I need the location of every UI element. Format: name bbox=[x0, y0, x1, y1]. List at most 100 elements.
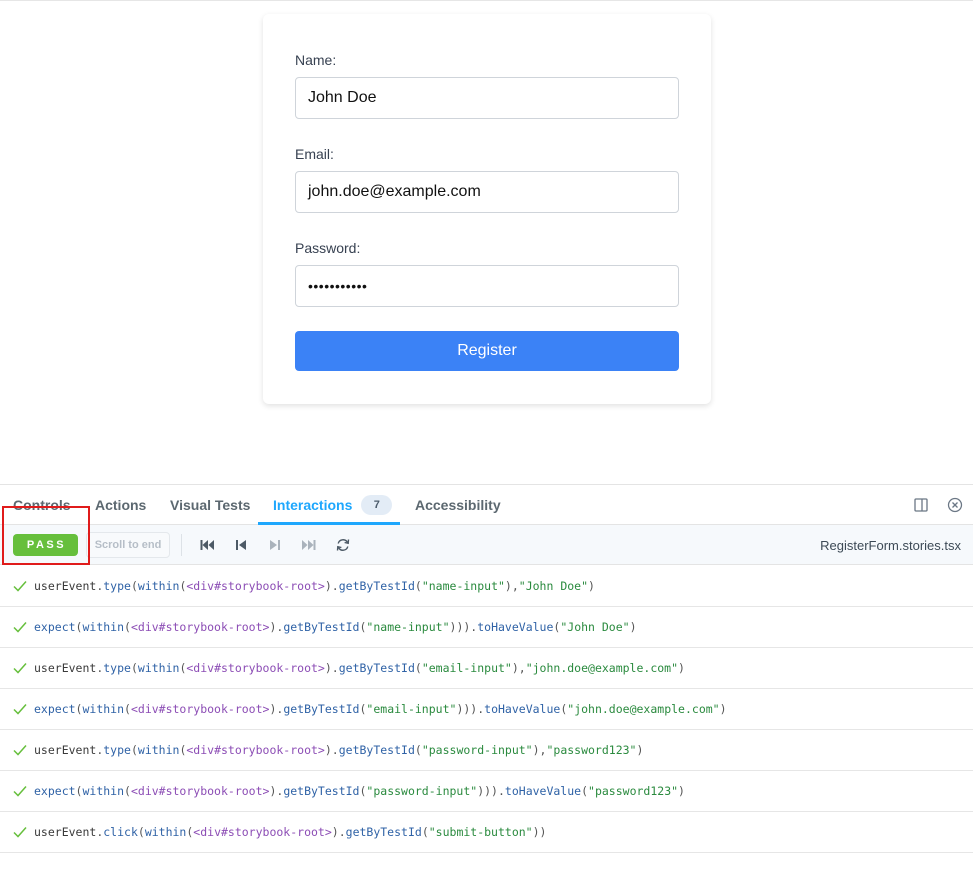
code-punctuation: ( bbox=[130, 661, 138, 675]
code-object: expect bbox=[34, 620, 76, 634]
panel-orientation-icon[interactable] bbox=[911, 495, 931, 515]
password-input[interactable]: ••••••••••• bbox=[295, 265, 679, 307]
code-punctuation: ( bbox=[124, 620, 131, 634]
top-divider bbox=[0, 0, 973, 1]
interaction-row[interactable]: expect(within(<div#storybook-root>). getB… bbox=[0, 771, 973, 812]
code-object: userEvent bbox=[34, 743, 97, 757]
go-to-end-icon[interactable] bbox=[301, 537, 317, 553]
code-punctuation: ( bbox=[137, 825, 145, 839]
code-punctuation: ) bbox=[588, 579, 595, 593]
code-getter: getByTestId bbox=[345, 825, 422, 839]
code-punctuation: ) bbox=[678, 784, 685, 798]
code-within: within bbox=[137, 661, 180, 675]
code-punctuation: ( bbox=[124, 784, 131, 798]
name-label: Name: bbox=[295, 52, 337, 68]
code-punctuation: ), bbox=[511, 661, 526, 675]
check-icon bbox=[13, 622, 27, 633]
check-icon bbox=[13, 745, 27, 756]
interaction-row[interactable]: userEvent. type(within(<div#storybook-roo… bbox=[0, 566, 973, 607]
interaction-row[interactable]: expect(within(<div#storybook-root>). getB… bbox=[0, 607, 973, 648]
code-object: userEvent bbox=[34, 661, 97, 675]
code-getter: getByTestId bbox=[338, 579, 415, 593]
code-within: within bbox=[137, 743, 180, 757]
code-punctuation: ). bbox=[269, 620, 284, 634]
code-punctuation: ( bbox=[179, 743, 187, 757]
code-getter: getByTestId bbox=[338, 661, 415, 675]
code-punctuation: ), bbox=[532, 743, 547, 757]
rerun-icon[interactable] bbox=[335, 537, 351, 553]
tab-visual-tests-label: Visual Tests bbox=[170, 497, 251, 513]
code-within: within bbox=[82, 784, 125, 798]
code-method: type bbox=[103, 743, 131, 757]
code-punctuation: ( bbox=[560, 702, 568, 716]
code-element: <div#storybook-root> bbox=[130, 702, 270, 716]
code-punctuation: ( bbox=[75, 784, 83, 798]
code-testid: "password-input" bbox=[421, 743, 533, 757]
close-panel-icon[interactable] bbox=[945, 495, 965, 515]
code-assertion: toHaveValue bbox=[504, 784, 582, 798]
code-punctuation: ( bbox=[414, 579, 422, 593]
code-punctuation: ( bbox=[124, 702, 131, 716]
code-punctuation: ( bbox=[414, 661, 422, 675]
code-punctuation: ). bbox=[324, 579, 339, 593]
tab-interactions[interactable]: Interactions 7 bbox=[273, 485, 393, 525]
code-punctuation: . bbox=[470, 620, 478, 634]
code-punctuation: ). bbox=[269, 702, 284, 716]
code-testid: "email-input" bbox=[366, 702, 457, 716]
code-value: "john.doe@example.com" bbox=[567, 702, 720, 716]
name-input[interactable]: John Doe bbox=[295, 77, 679, 119]
pass-highlight-box bbox=[2, 506, 90, 565]
code-punctuation: ). bbox=[269, 784, 284, 798]
step-back-icon[interactable] bbox=[233, 537, 249, 553]
password-label: Password: bbox=[295, 240, 361, 256]
code-punctuation: ( bbox=[359, 784, 367, 798]
code-testid: "name-input" bbox=[421, 579, 505, 593]
code-punctuation: ( bbox=[421, 825, 429, 839]
interactions-toolbar: PASS Scroll to end RegisterForm.stories.… bbox=[0, 525, 973, 565]
toolbar-separator bbox=[181, 534, 182, 556]
code-punctuation: ), bbox=[504, 579, 519, 593]
tab-actions[interactable]: Actions bbox=[95, 485, 146, 525]
code-punctuation: . bbox=[96, 661, 104, 675]
go-to-start-icon[interactable] bbox=[199, 537, 215, 553]
code-punctuation: ))) bbox=[449, 620, 471, 634]
interactions-list: userEvent. type(within(<div#storybook-roo… bbox=[0, 566, 973, 853]
register-form: Name: John Doe Email: john.doe@example.c… bbox=[263, 14, 711, 404]
interaction-row[interactable]: userEvent. type(within(<div#storybook-roo… bbox=[0, 730, 973, 771]
code-object: userEvent bbox=[34, 579, 97, 593]
code-value: "password123" bbox=[546, 743, 637, 757]
code-punctuation: ) bbox=[629, 620, 637, 634]
interaction-row[interactable]: userEvent. click(within(<div#storybook-ro… bbox=[0, 812, 973, 853]
code-element: <div#storybook-root> bbox=[186, 579, 325, 593]
register-button[interactable]: Register bbox=[295, 331, 679, 371]
tab-visual-tests[interactable]: Visual Tests bbox=[170, 485, 250, 525]
code-element: <div#storybook-root> bbox=[130, 784, 270, 798]
interaction-row[interactable]: expect(within(<div#storybook-root>). getB… bbox=[0, 689, 973, 730]
code-punctuation: ( bbox=[75, 620, 83, 634]
email-input[interactable]: john.doe@example.com bbox=[295, 171, 679, 213]
code-punctuation: ( bbox=[179, 579, 187, 593]
check-icon bbox=[13, 581, 27, 592]
code-punctuation: ( bbox=[179, 661, 187, 675]
code-punctuation: . bbox=[96, 579, 104, 593]
interaction-row[interactable]: userEvent. type(within(<div#storybook-roo… bbox=[0, 648, 973, 689]
email-input-value: john.doe@example.com bbox=[308, 183, 481, 200]
code-assertion: toHaveValue bbox=[477, 620, 554, 634]
code-within: within bbox=[82, 702, 125, 716]
tab-interactions-label: Interactions bbox=[273, 497, 353, 513]
code-testid: "submit-button" bbox=[428, 825, 533, 839]
code-punctuation: ) bbox=[636, 743, 644, 757]
scroll-to-end-button[interactable]: Scroll to end bbox=[86, 532, 170, 558]
code-element: <div#storybook-root> bbox=[193, 825, 332, 839]
step-forward-icon[interactable] bbox=[267, 537, 283, 553]
code-punctuation: ( bbox=[130, 743, 138, 757]
code-punctuation: ( bbox=[581, 784, 589, 798]
code-punctuation: ))) bbox=[477, 784, 498, 798]
tab-accessibility[interactable]: Accessibility bbox=[415, 485, 501, 525]
tab-accessibility-label: Accessibility bbox=[415, 497, 501, 513]
code-punctuation: ( bbox=[359, 620, 367, 634]
storybook-window: Name: John Doe Email: john.doe@example.c… bbox=[0, 0, 973, 877]
code-value: "password123" bbox=[588, 784, 679, 798]
code-object: expect bbox=[34, 784, 76, 798]
code-value: "john.doe@example.com" bbox=[525, 661, 679, 675]
